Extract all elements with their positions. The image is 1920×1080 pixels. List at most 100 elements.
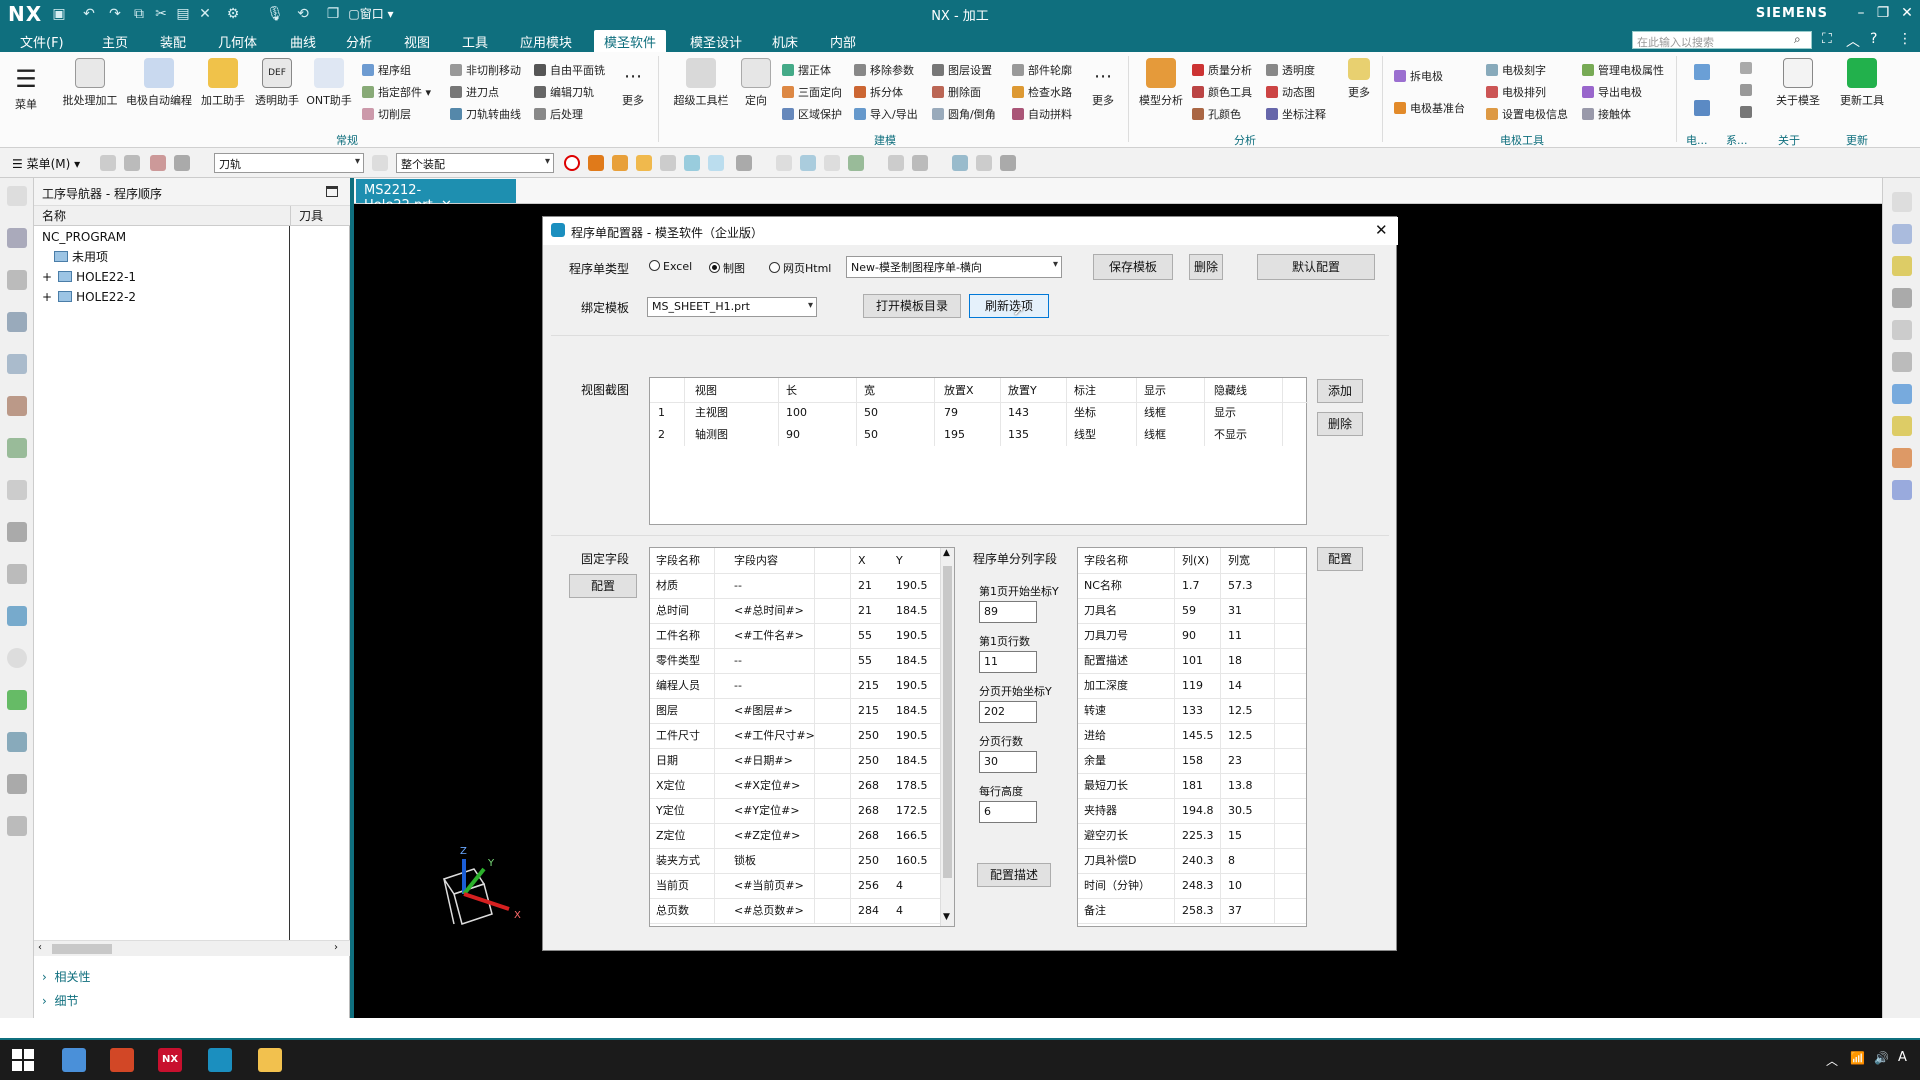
palette-icon[interactable]: [7, 690, 27, 710]
select-edge-icon[interactable]: [636, 155, 652, 171]
color-tool-button[interactable]: 颜色工具: [1192, 84, 1252, 100]
auto-stock-button[interactable]: 自动拼料: [1012, 106, 1072, 122]
network-icon[interactable]: 📶: [1850, 1051, 1865, 1065]
table-row[interactable]: 刀具刀号 90 11: [1078, 623, 1306, 648]
part-navigator-icon[interactable]: [7, 228, 27, 248]
right-icon-3[interactable]: [1892, 256, 1912, 276]
open-template-dir-button[interactable]: 打开模板目录: [863, 294, 961, 318]
electrode-base-button[interactable]: 电极基准台: [1394, 100, 1465, 116]
default-config-button[interactable]: 默认配置: [1257, 254, 1375, 280]
orient-button[interactable]: 定向: [736, 58, 776, 108]
table-row[interactable]: 图层 <#图层#> 215 184.5: [650, 698, 940, 723]
dynamic-view-button[interactable]: 动态图: [1266, 84, 1315, 100]
tab-analysis[interactable]: 分析: [346, 32, 372, 51]
cut-layer-button[interactable]: 切削层: [362, 106, 411, 122]
select-face-icon[interactable]: [612, 155, 628, 171]
tool-icon[interactable]: [7, 732, 27, 752]
delete-template-button[interactable]: 删除: [1189, 254, 1223, 280]
table-row[interactable]: 时间（分钟） 248.3 10: [1078, 873, 1306, 898]
select-body-icon[interactable]: [588, 155, 604, 171]
toolbar-icon-3[interactable]: [150, 155, 166, 171]
electrode-array-button[interactable]: 电极排列: [1486, 84, 1546, 100]
collapse-ribbon-icon[interactable]: ︿: [1846, 31, 1860, 51]
table-row[interactable]: 最短刀长 181 13.8: [1078, 773, 1306, 798]
hd3d-icon[interactable]: [7, 480, 27, 500]
electrode-attr-button[interactable]: 管理电极属性: [1582, 62, 1664, 78]
table-row[interactable]: 编程人员 -- 215 190.5: [650, 673, 940, 698]
view-icon-1[interactable]: [888, 155, 904, 171]
table-row[interactable]: 工件尺寸 <#工件尺寸#> 250 190.5: [650, 723, 940, 748]
ont-assistant-button[interactable]: ONT助手: [304, 58, 354, 108]
electrode-icon-b[interactable]: [1694, 100, 1714, 117]
file-menu[interactable]: 文件(F): [20, 32, 64, 51]
split-body-button[interactable]: 拆分体: [854, 84, 903, 100]
tab-internal[interactable]: 内部: [830, 32, 856, 51]
scroll-left-icon[interactable]: ‹: [38, 942, 42, 953]
right-icon-8[interactable]: [1892, 416, 1912, 436]
fullscreen-icon[interactable]: ⛶: [1822, 31, 1832, 47]
electrode-auto-program-button[interactable]: 电极自动编程: [124, 58, 194, 108]
table-row[interactable]: 当前页 <#当前页#> 256 4: [650, 873, 940, 898]
process-icon[interactable]: [7, 774, 27, 794]
area-protect-button[interactable]: 区域保护: [782, 106, 842, 122]
globe-icon[interactable]: [7, 606, 27, 626]
expand-icon[interactable]: +: [42, 290, 52, 304]
row-height-input[interactable]: 6: [979, 801, 1037, 823]
toolpath-to-curve-button[interactable]: 刀轨转曲线: [450, 106, 521, 122]
save-template-button[interactable]: 保存模板: [1093, 254, 1173, 280]
tab-tools[interactable]: 工具: [462, 32, 488, 51]
section-relevance[interactable]: › 相关性: [42, 968, 90, 985]
electrode-icon-a[interactable]: [1694, 64, 1714, 81]
machining-assistant-button[interactable]: 加工助手: [196, 58, 250, 108]
radio-excel[interactable]: Excel: [649, 260, 692, 273]
percent-icon[interactable]: [1000, 155, 1016, 171]
tab-application[interactable]: 应用模块: [520, 32, 572, 51]
menu-dropdown[interactable]: ☰ 菜单(M) ▾: [12, 155, 80, 172]
transparent-assistant-button[interactable]: DEF 透明助手: [250, 58, 304, 108]
electrode-engrave-button[interactable]: 电极刻字: [1486, 62, 1546, 78]
restore-button[interactable]: ❐: [1872, 3, 1894, 23]
table-row[interactable]: 装夹方式 锁板 250 160.5: [650, 848, 940, 873]
table-row[interactable]: 进给 145.5 12.5: [1078, 723, 1306, 748]
table-row[interactable]: 材质 -- 21 190.5: [650, 573, 940, 598]
table-row[interactable]: 刀具名 59 31: [1078, 598, 1306, 623]
entry-point-button[interactable]: 进刀点: [450, 84, 499, 100]
operation-navigator-icon[interactable]: [7, 312, 27, 332]
fixed-fields-config-button[interactable]: 配置: [569, 574, 637, 598]
edit-toolpath-button[interactable]: 编辑刀轨: [534, 84, 594, 100]
post-process-button[interactable]: 后处理: [534, 106, 583, 122]
table-row[interactable]: Z定位 <#Z定位#> 268 166.5: [650, 823, 940, 848]
tab-mosheng-software[interactable]: 模圣软件: [594, 30, 667, 52]
three-face-orient-button[interactable]: 三面定向: [782, 84, 842, 100]
radio-drawing[interactable]: 制图: [709, 260, 745, 276]
table-row[interactable]: 配置描述 101 18: [1078, 648, 1306, 673]
table-row[interactable]: 刀具补偿D 240.3 8: [1078, 848, 1306, 873]
remove-params-button[interactable]: 移除参数: [854, 62, 914, 78]
right-icon-5[interactable]: [1892, 320, 1912, 340]
transparency-button[interactable]: 透明度: [1266, 62, 1315, 78]
powerpoint-icon[interactable]: [110, 1048, 134, 1072]
scroll-down-icon[interactable]: ▼: [943, 912, 950, 922]
bind-template-select[interactable]: MS_SHEET_H1.prt: [647, 297, 817, 317]
nx-taskbar-icon[interactable]: NX: [158, 1048, 182, 1072]
non-cutting-move-button[interactable]: 非切削移动: [450, 62, 521, 78]
refresh-options-button[interactable]: 刷新选项: [969, 294, 1049, 318]
system-icon-b[interactable]: [1740, 84, 1756, 97]
role-icon[interactable]: [7, 816, 27, 836]
menu-button[interactable]: ☰ 菜单: [6, 62, 46, 112]
vertical-scrollbar[interactable]: ▲ ▼: [940, 548, 954, 926]
table-row[interactable]: Y定位 <#Y定位#> 268 172.5: [650, 798, 940, 823]
more-icon[interactable]: ⋮: [1898, 31, 1912, 47]
add-view-button[interactable]: 添加: [1317, 379, 1363, 403]
tab-mosheng-design[interactable]: 模圣设计: [690, 32, 742, 51]
document-tab[interactable]: MS2212-Hole22.prt ✕: [356, 179, 516, 213]
help-icon[interactable]: ?: [1870, 31, 1877, 47]
right-icon-7[interactable]: [1892, 384, 1912, 404]
tree-item-hole22-1[interactable]: + HOLE22-1: [42, 267, 136, 287]
specify-part-button[interactable]: 指定部件 ▾: [362, 84, 431, 100]
table-row[interactable]: 1 主视图 100 50 79 143 坐标 线框 显示: [650, 402, 1308, 424]
layer-settings-button[interactable]: 图层设置: [932, 62, 992, 78]
clock-icon[interactable]: [7, 648, 27, 668]
right-icon-1[interactable]: [1892, 192, 1912, 212]
show-hide-icon[interactable]: [952, 155, 968, 171]
